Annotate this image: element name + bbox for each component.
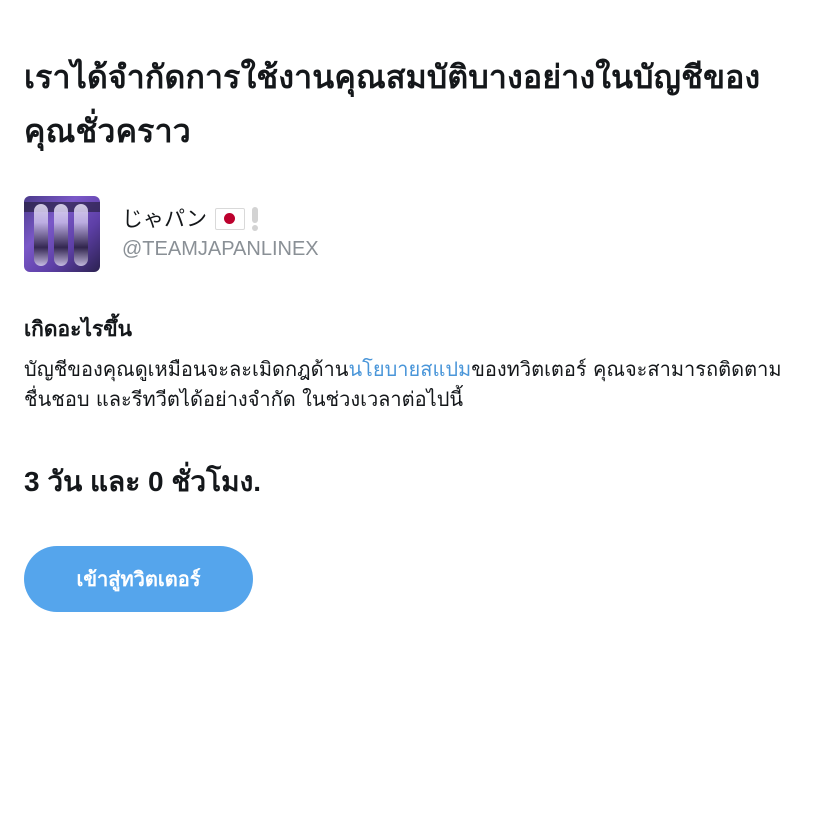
avatar <box>24 196 100 272</box>
explanation-text-start: บัญชีของคุณดูเหมือนจะละเมิดกฎด้าน <box>24 357 349 381</box>
continue-to-twitter-button[interactable]: เข้าสู่ทวิตเตอร์ <box>24 546 253 612</box>
restriction-duration: 3 วัน และ 0 ชั่วโมง. <box>24 466 262 497</box>
account-info: じゃパン @TEAMJAPANLINEX <box>122 204 319 264</box>
account-handle: @TEAMJAPANLINEX <box>122 238 319 260</box>
explanation-text: บัญชีของคุณดูเหมือนจะละเมิดกฎด้านนโยบายส… <box>24 354 794 414</box>
exclamation-mark-icon <box>251 207 259 231</box>
page-title: เราได้จำกัดการใช้งานคุณสมบัติบางอย่างในบ… <box>24 58 761 150</box>
section-heading: เกิดอะไรขึ้น <box>24 317 132 341</box>
account-card: じゃパン @TEAMJAPANLINEX <box>24 196 804 272</box>
display-name-row: じゃパン <box>122 204 319 234</box>
locked-account-notice: เราได้จำกัดการใช้งานคุณสมบัติบางอย่างในบ… <box>24 50 804 612</box>
spam-policy-link[interactable]: นโยบายสแปม <box>348 357 471 381</box>
japan-flag-icon <box>215 208 246 230</box>
display-name: じゃパン <box>122 207 208 231</box>
